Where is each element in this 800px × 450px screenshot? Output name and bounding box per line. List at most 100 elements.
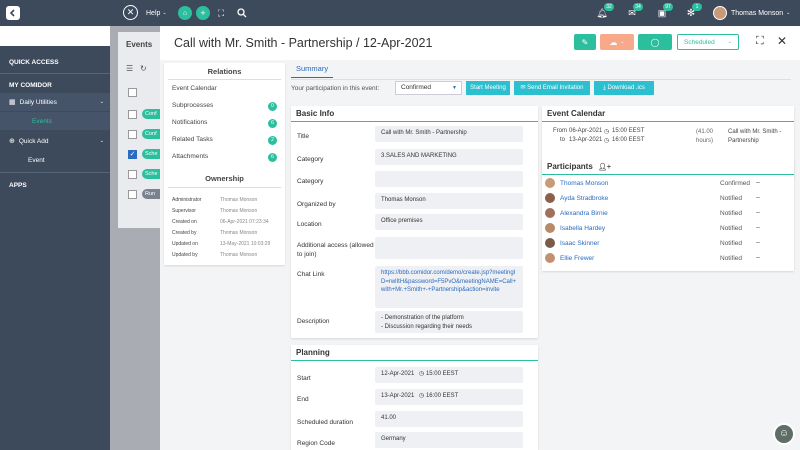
relation-attachments[interactable]: Attachments [172, 153, 208, 160]
checkbox[interactable] [128, 88, 137, 97]
chevron-down-icon: ⌄ [620, 39, 625, 45]
modal-header: Call with Mr. Smith - Partnership / 12-A… [160, 26, 800, 60]
participant-row[interactable]: Ayda Stradbroke Notified – [542, 191, 792, 206]
sidebar-item-event[interactable]: Event [0, 151, 110, 169]
relations-title: Relations [207, 67, 242, 76]
participant-name[interactable]: Ellie Frewer [560, 255, 594, 262]
close-modal-icon[interactable]: ✕ [777, 34, 787, 48]
download-ics-button[interactable]: ⤓ Download .ics [594, 81, 654, 95]
sidebar-item-events[interactable]: Events [0, 112, 110, 130]
participant-row[interactable]: Isabella Hardey Notified – [542, 221, 792, 236]
event-modal: Call with Mr. Smith - Partnership / 12-A… [160, 26, 800, 450]
send-email-invitation-button[interactable]: ✉ Send Email Invitation [514, 81, 590, 95]
ownership-label: Updated by [172, 252, 198, 258]
participant-menu-icon[interactable]: – [756, 254, 760, 261]
ownership-value: 13-May-2021 10:03:29 [220, 241, 271, 247]
search-icon[interactable] [235, 6, 248, 19]
add-participant-icon[interactable]: 👤︎+ [598, 164, 611, 171]
participant-status: Notified [720, 225, 743, 232]
participant-name[interactable]: Isabella Hardey [560, 225, 605, 232]
ownership-label: Administrator [172, 197, 202, 203]
participant-name[interactable]: Ayda Stradbroke [560, 195, 608, 202]
category-secondary-field[interactable] [375, 171, 523, 187]
comment-icon: ◯ [650, 37, 660, 47]
participant-row[interactable]: Isaac Skinner Notified – [542, 236, 792, 251]
participant-name[interactable]: Isaac Skinner [560, 240, 599, 247]
clock-icon: ◷ [419, 371, 425, 377]
participant-row[interactable]: Ellie Frewer Notified – [542, 251, 792, 266]
relation-related-tasks[interactable]: Related Tasks [172, 136, 213, 143]
home-icon[interactable]: ⌂ [178, 6, 192, 20]
sidebar-item-quick-add[interactable]: ⊕ Quick Add ⌄ [0, 132, 110, 150]
category-field[interactable]: 3.SALES AND MARKETING [375, 149, 523, 165]
relation-notifications[interactable]: Notifications [172, 119, 207, 126]
additional-access-field[interactable] [375, 237, 523, 259]
ownership-value: Thomas Monson [220, 230, 258, 236]
chat-link[interactable]: https://bbb.comidor.com/demo/create.jsp?… [375, 266, 523, 308]
field-label-end: End [297, 396, 309, 403]
sidebar-quick-access[interactable]: QUICK ACCESS [0, 53, 110, 71]
divider [0, 172, 110, 173]
comments-button[interactable]: ◯ [638, 34, 672, 50]
organized-by-field[interactable]: Thomas Monson [375, 193, 523, 209]
user-menu[interactable]: Thomas Monson ⌄ [731, 7, 790, 19]
app-logo[interactable] [6, 6, 20, 20]
title-field[interactable]: Call with Mr. Smith - Partnership [375, 126, 523, 142]
chevron-down-icon: ⌄ [786, 10, 791, 16]
participant-row[interactable]: Alexandra Birnie Notified – [542, 206, 792, 221]
end-date-field[interactable]: 13-Apr-2021 ◷ 16:00 EEST [375, 389, 523, 405]
scheduled-duration-field[interactable]: 41.00 [375, 411, 523, 427]
region-code-field[interactable]: Germany [375, 432, 523, 448]
checkbox[interactable] [128, 190, 137, 199]
participant-row[interactable]: Thomas Monson Confirmed – [542, 176, 792, 191]
events-page-title: Events [126, 40, 153, 49]
sidebar-item-label: Daily Utilities [19, 98, 57, 106]
participant-menu-icon[interactable]: – [756, 209, 760, 216]
chat-assistant-icon[interactable]: ☺ [773, 423, 795, 445]
description-field[interactable]: - Demonstration of the platform - Discus… [375, 311, 523, 333]
close-icon[interactable]: ✕ [123, 5, 138, 20]
cloud-actions-button[interactable]: ☁ ⌄ [600, 34, 634, 50]
field-label-chat-link: Chat Link [297, 271, 325, 278]
fullscreen-icon[interactable]: ⛶ [215, 7, 227, 19]
field-label-organized-by: Organized by [297, 201, 336, 208]
avatar [545, 238, 555, 248]
sidebar-item-label: Event [28, 156, 45, 164]
sidebar-apps[interactable]: APPS [0, 176, 110, 194]
participant-menu-icon[interactable]: – [756, 194, 760, 201]
relation-subprocesses[interactable]: Subprocesses [172, 102, 213, 109]
chevron-down-icon: ⌄ [727, 39, 732, 45]
calendar-event-name: Call with Mr. Smith - Partnership [728, 129, 782, 144]
help-menu[interactable]: Help ⌄ [146, 7, 167, 19]
checkbox[interactable] [128, 110, 137, 119]
participation-select[interactable]: Confirmed ▼ [395, 81, 462, 95]
sidebar-my-comidor[interactable]: MY COMIDOR [0, 76, 110, 94]
checkbox[interactable] [128, 130, 137, 139]
participant-menu-icon[interactable]: – [756, 179, 760, 186]
participant-menu-icon[interactable]: – [756, 224, 760, 231]
location-field[interactable]: Office premises [375, 214, 523, 230]
status-dropdown[interactable]: Scheduled ⌄ [677, 34, 739, 50]
checkbox[interactable] [128, 170, 137, 179]
sidebar-item-daily-utilities[interactable]: ▦ Daily Utilities ⌄ [0, 93, 110, 111]
relation-event-calendar[interactable]: Event Calendar [172, 85, 217, 92]
checkbox-checked[interactable]: ✓ [128, 150, 137, 159]
add-icon[interactable]: + [196, 6, 210, 20]
start-meeting-button[interactable]: Start Meeting [466, 81, 510, 95]
sidebar-item-label: APPS [9, 181, 27, 189]
user-avatar[interactable] [713, 6, 727, 20]
expand-icon[interactable]: ⛶ [756, 35, 764, 48]
sidebar-search[interactable] [0, 26, 110, 46]
participant-menu-icon[interactable]: – [756, 239, 760, 246]
tab-summary[interactable]: Summary [291, 64, 334, 78]
start-date-field[interactable]: 12-Apr-2021 ◷ 15:00 EEST [375, 367, 523, 383]
participant-name[interactable]: Thomas Monson [560, 180, 608, 187]
start-time: 15:00 EEST [425, 371, 459, 377]
modal-title: Call with Mr. Smith - Partnership / 12-A… [174, 36, 433, 50]
participant-name[interactable]: Alexandra Birnie [560, 210, 608, 217]
events-background-panel: Events ☰ ↻ Conf Conf ✓ Sche Sche Run [118, 32, 168, 228]
sidebar-item-label: Quick Add [18, 137, 49, 145]
edit-button[interactable]: ✎ [574, 34, 596, 50]
participants-title: Participants 👤︎+ [542, 159, 794, 175]
ownership-label: Created on [172, 219, 197, 225]
